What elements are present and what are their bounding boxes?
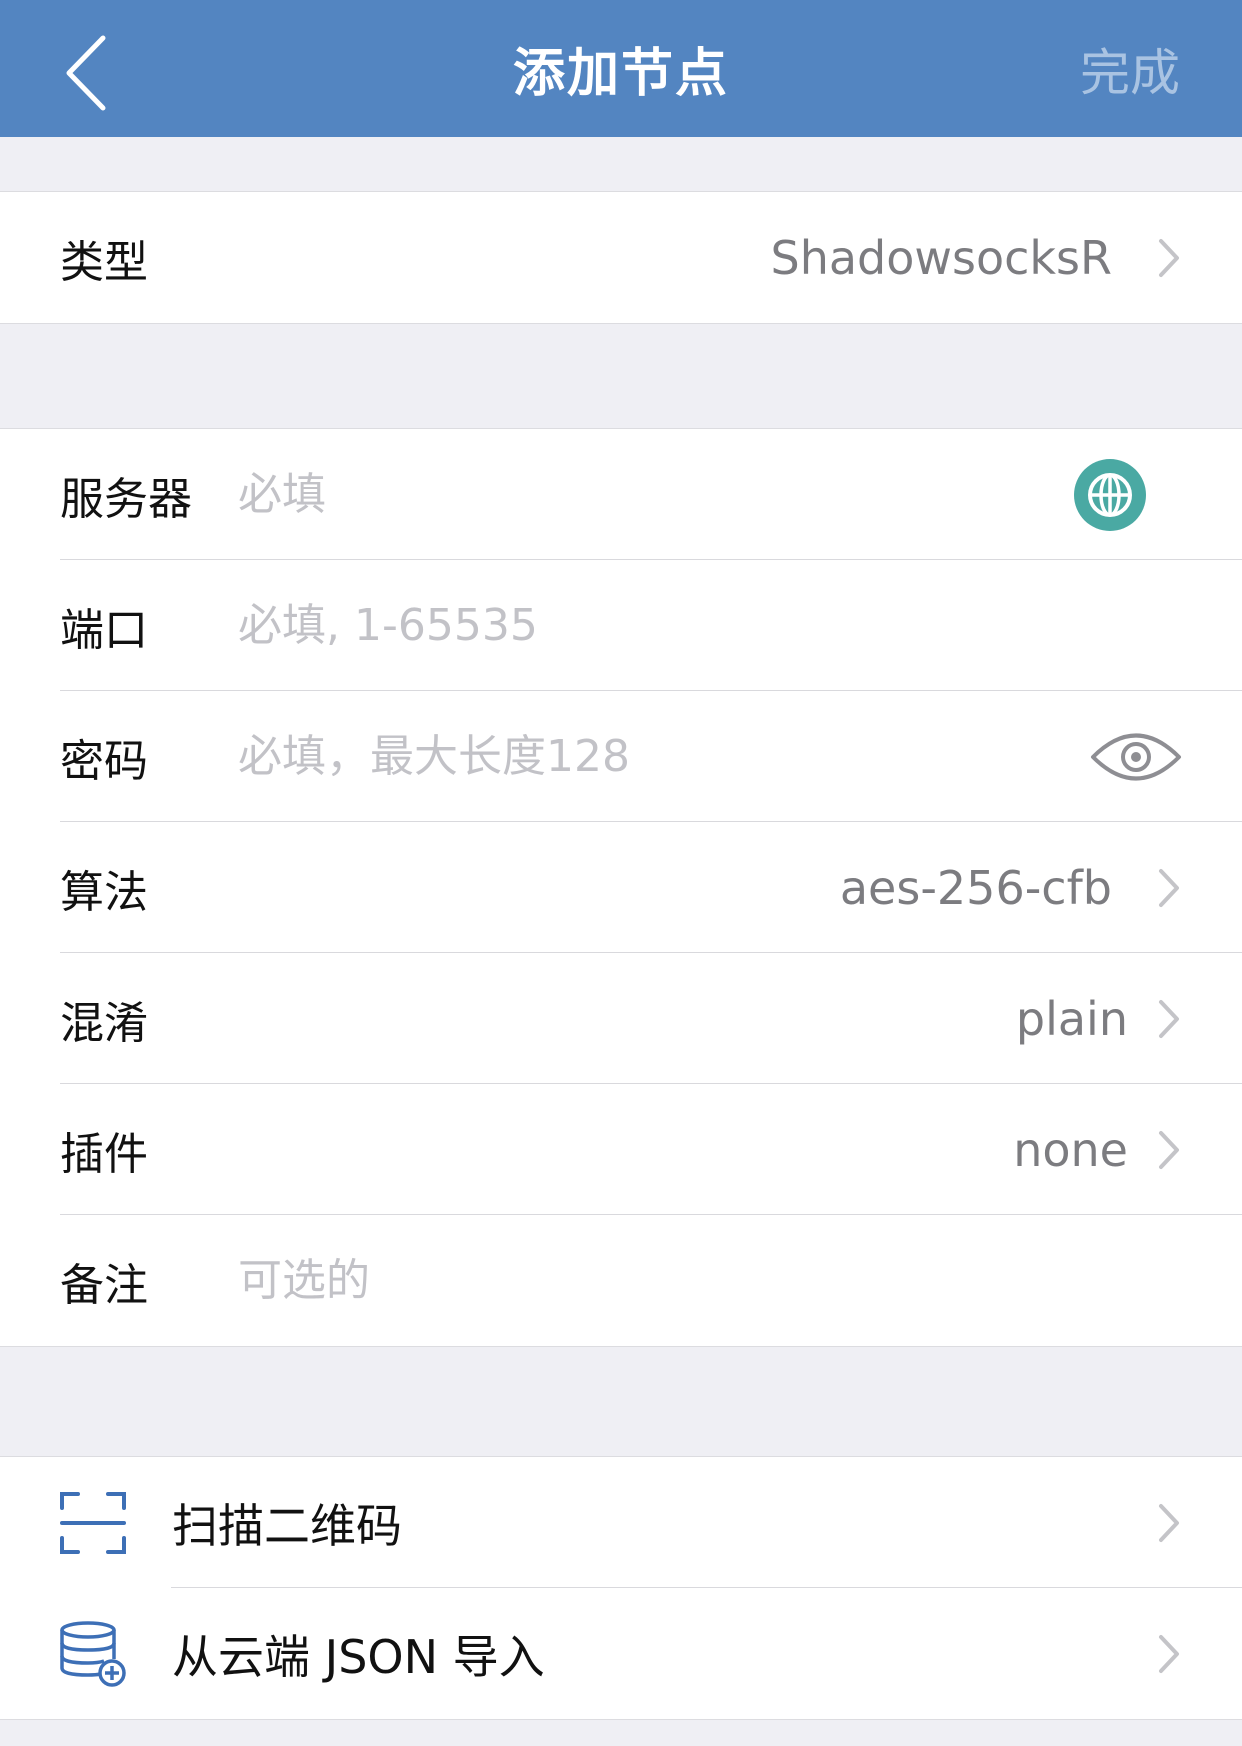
page-title: 添加节点: [512, 44, 729, 104]
globe-icon[interactable]: [1074, 458, 1146, 531]
password-label: 密码: [60, 735, 148, 787]
node-form-section: 服务器 端口 密码 算法 aes-256-cfb: [0, 428, 1242, 1347]
obfs-value: plain: [1015, 991, 1128, 1046]
port-label: 端口: [60, 604, 148, 656]
plugin-value: none: [1013, 1122, 1128, 1177]
port-input[interactable]: [238, 600, 1018, 651]
cloud-database-add-icon: [60, 1620, 126, 1687]
method-value: aes-256-cfb: [839, 860, 1112, 915]
chevron-right-icon: [1158, 238, 1180, 278]
chevron-right-icon: [1158, 1634, 1180, 1674]
password-row: 密码: [0, 691, 1242, 822]
type-value: ShadowsocksR: [770, 230, 1112, 285]
method-label: 算法: [60, 866, 148, 918]
remark-label: 备注: [60, 1259, 148, 1311]
import-json-row[interactable]: 从云端 JSON 导入: [0, 1588, 1242, 1719]
obfs-label: 混淆: [60, 997, 148, 1049]
import-json-label: 从云端 JSON 导入: [172, 1629, 545, 1684]
password-input[interactable]: [238, 731, 938, 782]
eye-icon[interactable]: [1090, 727, 1182, 787]
obfs-row[interactable]: 混淆 plain: [0, 953, 1242, 1084]
done-button[interactable]: 完成: [1080, 0, 1180, 137]
method-row[interactable]: 算法 aes-256-cfb: [0, 822, 1242, 953]
scan-qr-row[interactable]: 扫描二维码: [0, 1457, 1242, 1588]
remark-row: 备注: [0, 1215, 1242, 1346]
plugin-row[interactable]: 插件 none: [0, 1084, 1242, 1215]
qr-scan-icon: [60, 1490, 126, 1556]
chevron-right-icon: [1158, 999, 1180, 1039]
plugin-label: 插件: [60, 1128, 148, 1180]
bottom-spacer: [0, 1720, 1242, 1746]
type-label: 类型: [60, 236, 148, 288]
navigation-bar: 添加节点 完成: [0, 0, 1242, 137]
import-actions-section: 扫描二维码 从云端 JSON 导入: [0, 1456, 1242, 1720]
chevron-right-icon: [1158, 1130, 1180, 1170]
chevron-right-icon: [1158, 868, 1180, 908]
chevron-left-icon: [66, 35, 106, 111]
server-label: 服务器: [60, 473, 192, 525]
server-row: 服务器: [0, 429, 1242, 560]
scan-qr-label: 扫描二维码: [172, 1498, 402, 1553]
server-input[interactable]: [238, 469, 938, 520]
type-row[interactable]: 类型 ShadowsocksR: [0, 192, 1242, 323]
type-section: 类型 ShadowsocksR: [0, 191, 1242, 324]
remark-input[interactable]: [238, 1255, 1018, 1306]
chevron-right-icon: [1158, 1503, 1180, 1543]
port-row: 端口: [0, 560, 1242, 691]
back-button[interactable]: [50, 28, 120, 118]
